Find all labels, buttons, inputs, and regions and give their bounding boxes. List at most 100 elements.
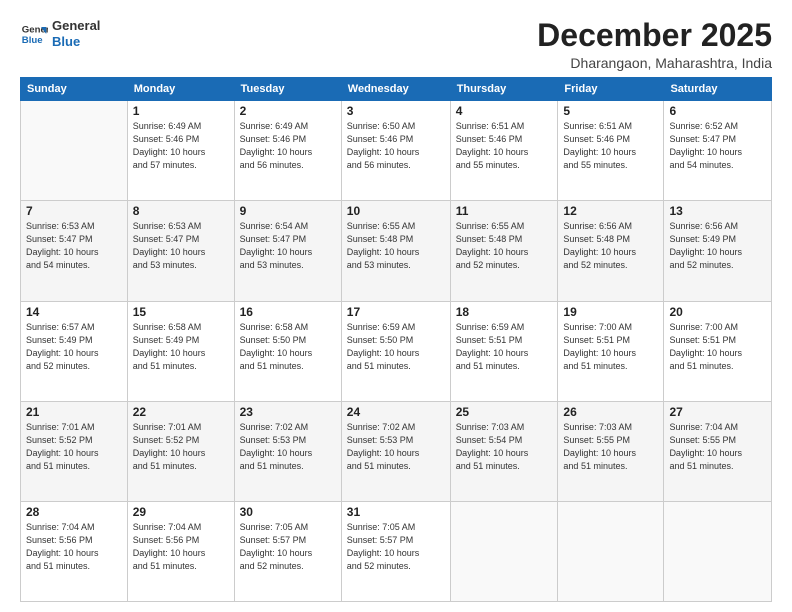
day-info: Sunrise: 6:50 AMSunset: 5:46 PMDaylight:…: [347, 120, 445, 172]
page: General Blue General Blue December 2025 …: [0, 0, 792, 612]
day-number: 12: [563, 204, 658, 218]
day-number: 2: [240, 104, 336, 118]
day-number: 20: [669, 305, 766, 319]
calendar-day-cell: 12 Sunrise: 6:56 AMSunset: 5:48 PMDayligh…: [558, 201, 664, 301]
day-info: Sunrise: 6:56 AMSunset: 5:48 PMDaylight:…: [563, 220, 658, 272]
day-info: Sunrise: 6:56 AMSunset: 5:49 PMDaylight:…: [669, 220, 766, 272]
day-info: Sunrise: 6:59 AMSunset: 5:50 PMDaylight:…: [347, 321, 445, 373]
day-info: Sunrise: 7:01 AMSunset: 5:52 PMDaylight:…: [133, 421, 229, 473]
calendar-day-cell: [21, 101, 128, 201]
calendar-day-cell: 1 Sunrise: 6:49 AMSunset: 5:46 PMDaylight…: [127, 101, 234, 201]
day-info: Sunrise: 6:53 AMSunset: 5:47 PMDaylight:…: [26, 220, 122, 272]
calendar-day-cell: 15Sunrise: 6:58 AMSunset: 5:49 PMDayligh…: [127, 301, 234, 401]
calendar-header-row: SundayMondayTuesdayWednesdayThursdayFrid…: [21, 78, 772, 101]
calendar-day-cell: 24 Sunrise: 7:02 AMSunset: 5:53 PMDayligh…: [341, 401, 450, 501]
day-info: Sunrise: 6:49 AMSunset: 5:46 PMDaylight:…: [133, 120, 229, 172]
day-number: 29: [133, 505, 229, 519]
calendar-day-cell: 21Sunrise: 7:01 AMSunset: 5:52 PMDayligh…: [21, 401, 128, 501]
day-number: 8: [133, 204, 229, 218]
day-info: Sunrise: 6:52 AMSunset: 5:47 PMDaylight:…: [669, 120, 766, 172]
day-number: 31: [347, 505, 445, 519]
calendar-day-cell: 5Sunrise: 6:51 AMSunset: 5:46 PMDaylight…: [558, 101, 664, 201]
calendar-day-cell: 4Sunrise: 6:51 AMSunset: 5:46 PMDaylight…: [450, 101, 558, 201]
calendar-table: SundayMondayTuesdayWednesdayThursdayFrid…: [20, 77, 772, 602]
day-number: 25: [456, 405, 553, 419]
calendar-day-cell: 30 Sunrise: 7:05 AMSunset: 5:57 PMDayligh…: [234, 501, 341, 601]
month-title: December 2025: [537, 18, 772, 53]
day-number: 17: [347, 305, 445, 319]
day-info: Sunrise: 7:03 AMSunset: 5:54 PMDaylight:…: [456, 421, 553, 473]
calendar-week-row: 28 Sunrise: 7:04 AMSunset: 5:56 PMDayligh…: [21, 501, 772, 601]
day-info: Sunrise: 7:04 AMSunset: 5:56 PMDaylight:…: [26, 521, 122, 573]
day-header-friday: Friday: [558, 78, 664, 101]
logo-icon: General Blue: [20, 20, 48, 48]
svg-text:Blue: Blue: [22, 34, 43, 45]
day-number: 16: [240, 305, 336, 319]
day-number: 22: [133, 405, 229, 419]
calendar-day-cell: 6 Sunrise: 6:52 AMSunset: 5:47 PMDaylight…: [664, 101, 772, 201]
logo-blue: Blue: [52, 34, 100, 50]
calendar-day-cell: 11 Sunrise: 6:55 AMSunset: 5:48 PMDayligh…: [450, 201, 558, 301]
calendar-week-row: 1 Sunrise: 6:49 AMSunset: 5:46 PMDaylight…: [21, 101, 772, 201]
day-number: 24: [347, 405, 445, 419]
title-block: December 2025 Dharangaon, Maharashtra, I…: [537, 18, 772, 71]
day-info: Sunrise: 6:51 AMSunset: 5:46 PMDaylight:…: [456, 120, 553, 172]
calendar-day-cell: 25 Sunrise: 7:03 AMSunset: 5:54 PMDayligh…: [450, 401, 558, 501]
day-info: Sunrise: 7:02 AMSunset: 5:53 PMDaylight:…: [347, 421, 445, 473]
day-info: Sunrise: 6:53 AMSunset: 5:47 PMDaylight:…: [133, 220, 229, 272]
day-info: Sunrise: 6:49 AMSunset: 5:46 PMDaylight:…: [240, 120, 336, 172]
calendar-day-cell: 22 Sunrise: 7:01 AMSunset: 5:52 PMDayligh…: [127, 401, 234, 501]
calendar-day-cell: [450, 501, 558, 601]
day-info: Sunrise: 6:55 AMSunset: 5:48 PMDaylight:…: [347, 220, 445, 272]
day-info: Sunrise: 6:58 AMSunset: 5:50 PMDaylight:…: [240, 321, 336, 373]
calendar-day-cell: 9 Sunrise: 6:54 AMSunset: 5:47 PMDaylight…: [234, 201, 341, 301]
day-info: Sunrise: 7:05 AMSunset: 5:57 PMDaylight:…: [240, 521, 336, 573]
calendar-day-cell: 2 Sunrise: 6:49 AMSunset: 5:46 PMDaylight…: [234, 101, 341, 201]
calendar-day-cell: 10 Sunrise: 6:55 AMSunset: 5:48 PMDayligh…: [341, 201, 450, 301]
day-header-thursday: Thursday: [450, 78, 558, 101]
calendar-day-cell: 20 Sunrise: 7:00 AMSunset: 5:51 PMDayligh…: [664, 301, 772, 401]
day-number: 21: [26, 405, 122, 419]
day-info: Sunrise: 7:02 AMSunset: 5:53 PMDaylight:…: [240, 421, 336, 473]
subtitle: Dharangaon, Maharashtra, India: [537, 55, 772, 71]
calendar-day-cell: 14Sunrise: 6:57 AMSunset: 5:49 PMDayligh…: [21, 301, 128, 401]
day-number: 9: [240, 204, 336, 218]
day-info: Sunrise: 6:58 AMSunset: 5:49 PMDaylight:…: [133, 321, 229, 373]
calendar-week-row: 14Sunrise: 6:57 AMSunset: 5:49 PMDayligh…: [21, 301, 772, 401]
day-info: Sunrise: 6:54 AMSunset: 5:47 PMDaylight:…: [240, 220, 336, 272]
calendar-day-cell: 26Sunrise: 7:03 AMSunset: 5:55 PMDayligh…: [558, 401, 664, 501]
calendar-day-cell: [664, 501, 772, 601]
day-number: 10: [347, 204, 445, 218]
day-number: 19: [563, 305, 658, 319]
day-info: Sunrise: 6:55 AMSunset: 5:48 PMDaylight:…: [456, 220, 553, 272]
calendar-day-cell: 31 Sunrise: 7:05 AMSunset: 5:57 PMDayligh…: [341, 501, 450, 601]
day-header-sunday: Sunday: [21, 78, 128, 101]
day-number: 1: [133, 104, 229, 118]
day-info: Sunrise: 6:59 AMSunset: 5:51 PMDaylight:…: [456, 321, 553, 373]
calendar-day-cell: 13 Sunrise: 6:56 AMSunset: 5:49 PMDayligh…: [664, 201, 772, 301]
day-number: 14: [26, 305, 122, 319]
day-number: 6: [669, 104, 766, 118]
calendar-day-cell: 18 Sunrise: 6:59 AMSunset: 5:51 PMDayligh…: [450, 301, 558, 401]
header: General Blue General Blue December 2025 …: [20, 18, 772, 71]
day-number: 13: [669, 204, 766, 218]
calendar-day-cell: 29 Sunrise: 7:04 AMSunset: 5:56 PMDayligh…: [127, 501, 234, 601]
calendar-day-cell: 27Sunrise: 7:04 AMSunset: 5:55 PMDayligh…: [664, 401, 772, 501]
day-info: Sunrise: 7:04 AMSunset: 5:56 PMDaylight:…: [133, 521, 229, 573]
calendar-week-row: 21 Sunrise: 7:01 AMSunset: 5:52 PMDayligh…: [21, 401, 772, 501]
day-number: 18: [456, 305, 553, 319]
day-info: Sunrise: 7:05 AMSunset: 5:57 PMDaylight:…: [347, 521, 445, 573]
day-info: Sunrise: 7:00 AMSunset: 5:51 PMDaylight:…: [669, 321, 766, 373]
logo: General Blue General Blue: [20, 18, 100, 49]
day-number: 7: [26, 204, 122, 218]
day-number: 28: [26, 505, 122, 519]
day-number: 30: [240, 505, 336, 519]
day-number: 3: [347, 104, 445, 118]
day-number: 27: [669, 405, 766, 419]
day-header-saturday: Saturday: [664, 78, 772, 101]
day-header-tuesday: Tuesday: [234, 78, 341, 101]
calendar-day-cell: 3 Sunrise: 6:50 AMSunset: 5:46 PMDaylight…: [341, 101, 450, 201]
day-number: 11: [456, 204, 553, 218]
day-info: Sunrise: 6:51 AMSunset: 5:46 PMDaylight:…: [563, 120, 658, 172]
calendar-day-cell: 7 Sunrise: 6:53 AMSunset: 5:47 PMDaylight…: [21, 201, 128, 301]
